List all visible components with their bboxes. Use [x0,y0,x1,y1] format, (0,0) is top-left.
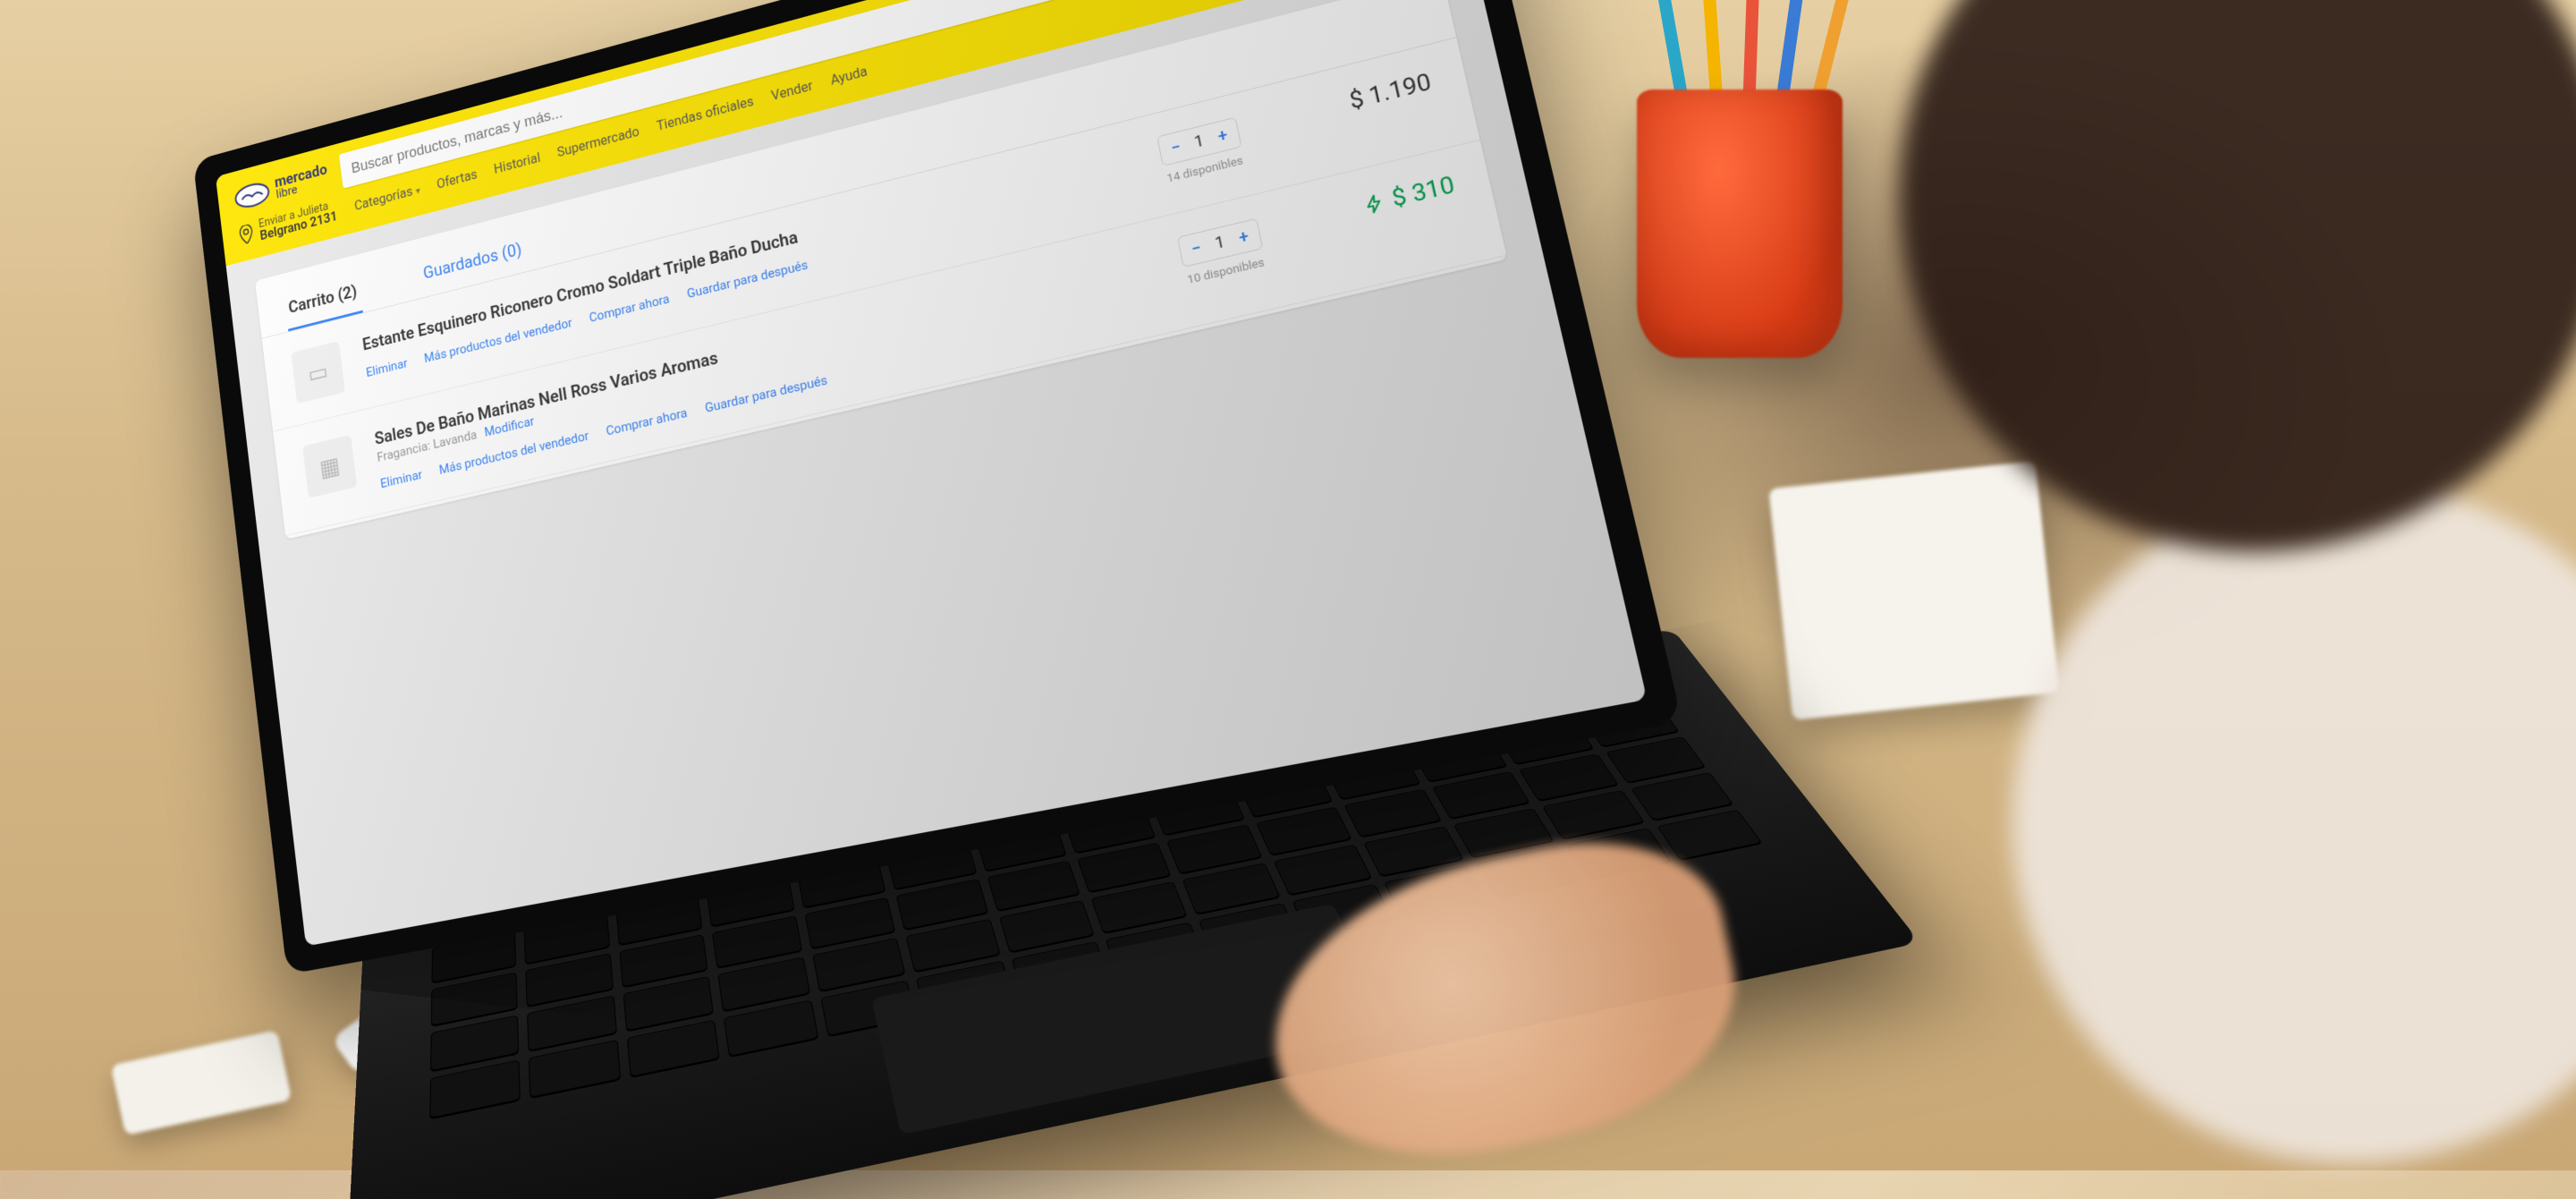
qty-plus-button[interactable]: + [1237,227,1250,248]
action-mas-productos[interactable]: Más productos del vendedor [423,315,573,366]
qty-minus-button[interactable]: − [1169,138,1182,158]
cart-item: ▦ Sales De Baño Marinas Nell Ross Varios… [273,140,1506,536]
product-thumbnail[interactable]: ▭ [291,341,345,404]
product-title[interactable]: Sales De Baño Marinas Nell Ross Varios A… [373,250,1129,449]
nav-tiendas-oficiales[interactable]: Tiendas oficiales [656,93,755,134]
product-variant: Fragancia: Lavanda Modificar [377,272,1133,465]
qty-value: 1 [1193,132,1206,152]
action-eliminar[interactable]: Eliminar [365,355,408,379]
brand-logo[interactable]: mercado libre [233,162,330,213]
nav-ayuda[interactable]: Ayuda [829,63,869,88]
action-comprar-ahora[interactable]: Comprar ahora [589,291,671,325]
item-actions: Eliminar Más productos del vendedor Comp… [379,300,1138,491]
qty-plus-button[interactable]: + [1216,126,1229,147]
page-body: Carrito (2) Guardados (0) ▭ Estante Esqu… [226,0,1548,568]
action-eliminar[interactable]: Eliminar [379,467,423,491]
ship-to-address: Belgrano 2131 [259,209,338,242]
product-thumbnail[interactable]: ▦ [302,435,357,498]
nav-categorias[interactable]: Categorías▾ [353,181,421,213]
tab-carrito[interactable]: Carrito (2) [283,269,362,332]
action-modificar[interactable]: Modificar [484,413,536,440]
notepad-decor [1768,461,2060,720]
action-comprar-ahora[interactable]: Comprar ahora [606,405,689,439]
nav-vender[interactable]: Vender [770,77,814,103]
location-pin-icon [238,223,255,245]
brand-text-top: mercado [274,161,328,191]
action-mas-productos[interactable]: Más productos del vendedor [438,428,589,478]
nav-historial[interactable]: Historial [493,149,541,176]
chevron-down-icon: ▾ [415,184,421,197]
nav-supermercado[interactable]: Supermercado [556,123,640,159]
qty-value: 1 [1214,233,1227,253]
photo-scene: mercado libre [0,0,2576,1170]
action-guardar[interactable]: Guardar para después [704,372,828,416]
lightning-icon [1362,191,1387,216]
laptop-screen-bezel: mercado libre [193,0,1682,974]
cart-card: Carrito (2) Guardados (0) ▭ Estante Esqu… [255,0,1507,540]
tab-guardados[interactable]: Guardados (0) [418,227,528,298]
item-price: $ 310 [1310,172,1457,232]
qty-minus-button[interactable]: − [1190,238,1202,259]
handshake-icon [233,177,272,213]
ship-to-label: Enviar a Julieta [258,199,336,230]
ship-to[interactable]: Enviar a Julieta Belgrano 2131 [238,199,338,248]
mercadolibre-app: mercado libre [216,0,1648,947]
action-guardar[interactable]: Guardar para después [686,257,809,302]
brand-text-bottom: libre [275,176,329,200]
item-price: $ 1.190 [1289,69,1434,130]
nav-ofertas[interactable]: Ofertas [436,166,478,191]
laptop-screen: mercado libre [216,0,1648,947]
